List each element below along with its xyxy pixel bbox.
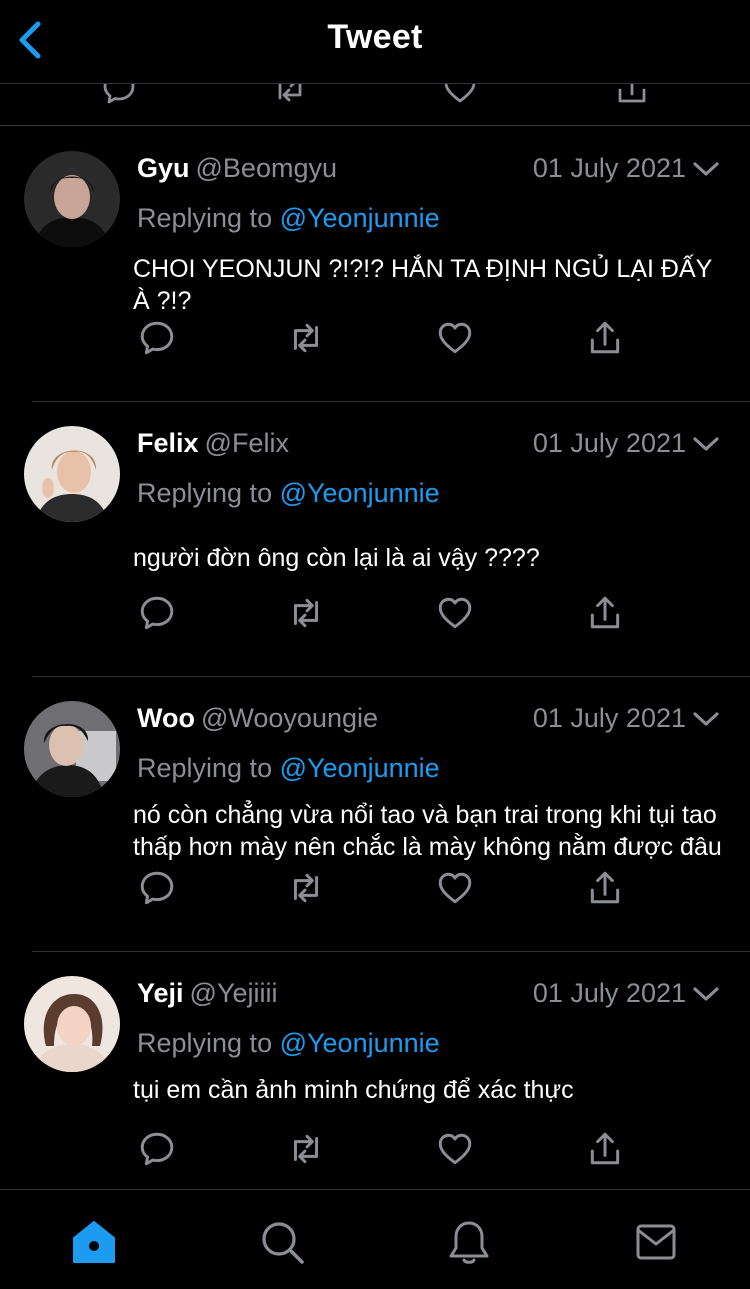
author-line: Woo @Wooyoungie <box>137 703 378 734</box>
top-bar: Tweet <box>0 0 750 84</box>
chevron-down-icon[interactable] <box>692 984 720 1004</box>
display-name[interactable]: Gyu <box>137 153 190 183</box>
tweet-date: 01 July 2021 <box>532 703 686 733</box>
author-line: Yeji @Yejiiii <box>137 978 278 1009</box>
heart-icon[interactable] <box>436 869 474 907</box>
chevron-down-icon[interactable] <box>692 159 720 179</box>
chevron-down-icon[interactable] <box>692 434 720 454</box>
retweet-icon[interactable] <box>287 594 325 632</box>
notifications-icon[interactable] <box>445 1218 493 1266</box>
share-icon[interactable] <box>586 869 624 907</box>
bottom-tab-bar <box>0 1189 750 1289</box>
replying-to-label: Replying to <box>137 1028 280 1058</box>
share-icon[interactable] <box>614 84 650 106</box>
tweet-actions <box>0 1130 750 1170</box>
share-icon[interactable] <box>586 319 624 357</box>
tweet-date: 01 July 2021 <box>532 428 686 458</box>
share-icon[interactable] <box>586 594 624 632</box>
retweet-icon[interactable] <box>287 319 325 357</box>
reply-tweet[interactable]: Yeji @Yejiiii 01 July 2021 Replying to @Y… <box>0 952 750 1189</box>
tweet-actions <box>0 869 750 909</box>
search-icon[interactable] <box>258 1218 306 1266</box>
reply-icon[interactable] <box>101 84 137 106</box>
avatar[interactable] <box>24 151 120 247</box>
page-title: Tweet <box>327 18 423 56</box>
tweet-text: tụi em cần ảnh minh chứng để xác thực <box>133 1076 574 1104</box>
replying-to: Replying to @Yeonjunnie <box>137 203 440 234</box>
reply-icon[interactable] <box>138 319 176 357</box>
heart-icon[interactable] <box>436 319 474 357</box>
author-line: Felix @Felix <box>137 428 289 459</box>
share-icon[interactable] <box>586 1130 624 1168</box>
retweet-icon[interactable] <box>287 869 325 907</box>
display-name[interactable]: Woo <box>137 703 195 733</box>
tweet-text: người đờn ông còn lại là ai vậy ???? <box>133 544 540 572</box>
reply-icon[interactable] <box>138 594 176 632</box>
mention-link[interactable]: @Yeonjunnie <box>280 478 440 508</box>
retweet-icon[interactable] <box>287 1130 325 1168</box>
username[interactable]: @Yejiiii <box>190 978 278 1008</box>
tweet-text: CHOI YEONJUN ?!?!? HẮN TA ĐỊNH NGỦ LẠI Đ… <box>133 255 712 315</box>
reply-tweet[interactable]: Gyu @Beomgyu 01 July 2021 Replying to @Ye… <box>0 127 750 402</box>
tweet-date: 01 July 2021 <box>532 978 686 1008</box>
avatar[interactable] <box>24 976 120 1072</box>
display-name[interactable]: Yeji <box>137 978 184 1008</box>
reply-tweet[interactable]: Woo @Wooyoungie 01 July 2021 Replying to … <box>0 677 750 952</box>
mention-link[interactable]: @Yeonjunnie <box>280 1028 440 1058</box>
parent-tweet-actions <box>0 84 750 126</box>
home-icon[interactable] <box>70 1218 118 1266</box>
replying-to-label: Replying to <box>137 203 280 233</box>
replying-to: Replying to @Yeonjunnie <box>137 478 440 509</box>
replying-to-label: Replying to <box>137 753 280 783</box>
replying-to: Replying to @Yeonjunnie <box>137 1028 440 1059</box>
display-name[interactable]: Felix <box>137 428 199 458</box>
tweet-date: 01 July 2021 <box>532 153 686 183</box>
author-line: Gyu @Beomgyu <box>137 153 337 184</box>
chevron-down-icon[interactable] <box>692 709 720 729</box>
reply-tweet[interactable]: Felix @Felix 01 July 2021 Replying to @Ye… <box>0 402 750 677</box>
username[interactable]: @Wooyoungie <box>201 703 378 733</box>
avatar[interactable] <box>24 701 120 797</box>
username[interactable]: @Felix <box>205 428 289 458</box>
heart-icon[interactable] <box>442 84 478 106</box>
tweet-actions <box>0 319 750 359</box>
tweet-actions <box>0 594 750 634</box>
mention-link[interactable]: @Yeonjunnie <box>280 753 440 783</box>
avatar[interactable] <box>24 426 120 522</box>
mention-link[interactable]: @Yeonjunnie <box>280 203 440 233</box>
retweet-icon[interactable] <box>272 84 308 106</box>
replying-to: Replying to @Yeonjunnie <box>137 753 440 784</box>
reply-icon[interactable] <box>138 1130 176 1168</box>
reply-icon[interactable] <box>138 869 176 907</box>
heart-icon[interactable] <box>436 1130 474 1168</box>
username[interactable]: @Beomgyu <box>196 153 337 183</box>
heart-icon[interactable] <box>436 594 474 632</box>
tweet-text: nó còn chẳng vừa nổi tao và bạn trai tro… <box>133 801 722 861</box>
replying-to-label: Replying to <box>137 478 280 508</box>
messages-icon[interactable] <box>632 1218 680 1266</box>
